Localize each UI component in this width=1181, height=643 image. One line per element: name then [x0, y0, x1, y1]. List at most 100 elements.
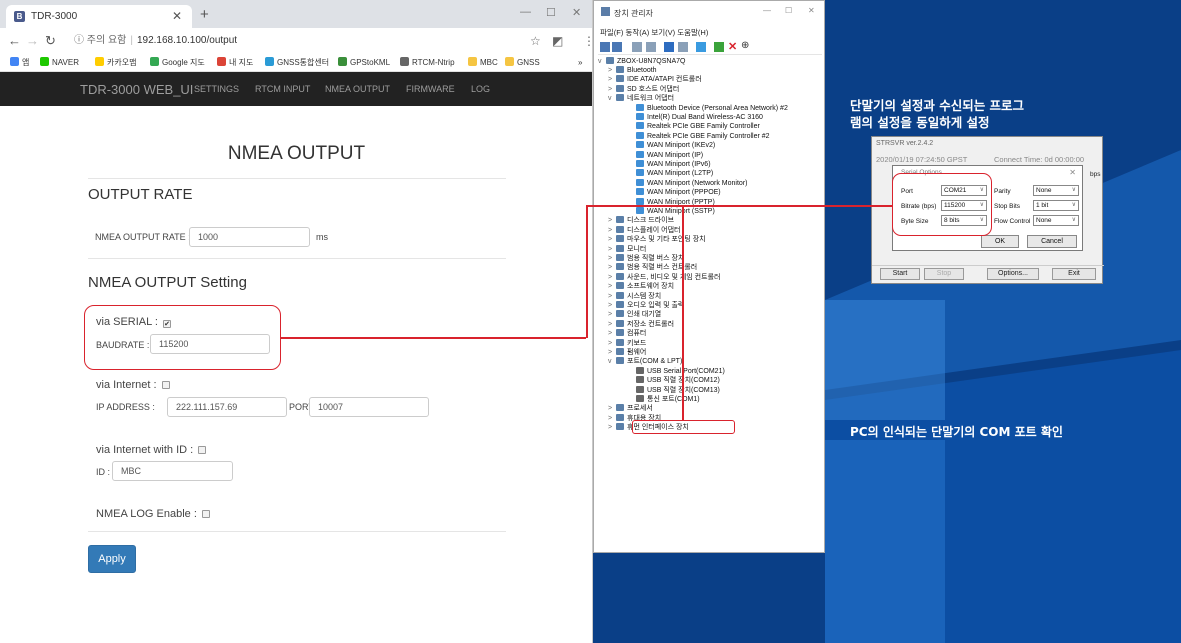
expand-arrow-icon[interactable]: v	[608, 94, 616, 103]
tree-item[interactable]: > SD 호스트 어댑터	[608, 84, 679, 94]
tree-item[interactable]: > 키보드	[608, 338, 646, 348]
help-icon[interactable]	[664, 42, 674, 52]
ip-input[interactable]: 222.111.157.69	[167, 397, 287, 417]
expand-arrow-icon[interactable]: >	[608, 329, 616, 338]
tree-item[interactable]: WAN Miniport (IPv6)	[628, 160, 711, 169]
expand-arrow-icon[interactable]: >	[608, 404, 616, 413]
close-dialog-icon[interactable]: ✕	[1069, 168, 1076, 177]
tree-item[interactable]: v 포트(COM & LPT)	[608, 357, 682, 366]
device-manager-menu[interactable]: 파일(F) 동작(A) 보기(V) 도움말(H)	[600, 27, 708, 38]
monitor-icon[interactable]	[696, 42, 706, 52]
expand-arrow-icon[interactable]: >	[608, 414, 616, 423]
port-input[interactable]: 10007	[309, 397, 429, 417]
stopbits-select[interactable]: 1 bit ∨	[1033, 200, 1079, 211]
nav-nmea-output[interactable]: NMEA OUTPUT	[325, 84, 390, 94]
back-icon[interactable]	[600, 42, 610, 52]
parity-select[interactable]: None ∨	[1033, 185, 1079, 196]
bookmark-apps[interactable]: 앱	[10, 57, 29, 69]
tree-item[interactable]: > 컴퓨터	[608, 329, 646, 338]
tree-item[interactable]: v 네트워크 어댑터	[608, 94, 674, 103]
forward-icon[interactable]	[612, 42, 622, 52]
strsvr-stop-button[interactable]: Stop	[924, 268, 964, 280]
tree-item[interactable]: > IDE ATA/ATAPI 컨트롤러	[608, 75, 702, 84]
update-icon[interactable]	[646, 42, 656, 52]
tree-item[interactable]: Realtek PCIe GBE Family Controller #2	[628, 131, 770, 141]
tree-item[interactable]: WAN Miniport (L2TP)	[628, 169, 713, 178]
tree-item[interactable]: > 사운드, 비디오 및 게임 컨트롤러	[608, 272, 720, 282]
tree-item[interactable]: > 인쇄 대기열	[608, 310, 661, 319]
rate-input[interactable]: 1000	[189, 227, 310, 247]
expand-arrow-icon[interactable]: >	[608, 310, 616, 319]
browser-tab[interactable]: B TDR-3000 ✕	[6, 5, 192, 28]
nav-settings[interactable]: SETTINGS	[194, 84, 239, 94]
expand-arrow-icon[interactable]: >	[608, 245, 616, 254]
bookmark-mbc[interactable]: MBC	[468, 57, 498, 69]
tree-item[interactable]: > 모니터	[608, 244, 646, 254]
expand-arrow-icon[interactable]: >	[608, 282, 616, 291]
back-icon[interactable]: ←	[8, 33, 21, 48]
url-field[interactable]: ⓘ 주의 요함 | 192.168.10.100/output	[74, 32, 514, 50]
id-input[interactable]: MBC	[112, 461, 233, 481]
uninstall-icon[interactable]: ✕	[728, 40, 737, 53]
menu-icon[interactable]: ⋮	[583, 34, 592, 48]
bookmarks-overflow[interactable]: »	[578, 57, 582, 69]
expand-arrow-icon[interactable]: >	[608, 320, 616, 329]
nav-firmware[interactable]: FIRMWARE	[406, 84, 455, 94]
extension-icon[interactable]: ◩	[552, 34, 563, 48]
expand-arrow-icon[interactable]: v	[608, 357, 616, 366]
tree-item[interactable]: > 펌웨어	[608, 348, 646, 357]
tree-item[interactable]: WAN Miniport (Network Monitor)	[628, 178, 747, 188]
internet-id-checkbox[interactable]	[198, 446, 207, 454]
scan-icon[interactable]	[678, 42, 688, 52]
minimize-icon[interactable]: —	[520, 6, 531, 18]
bookmark-naver[interactable]: NAVER	[40, 57, 79, 69]
new-tab-button[interactable]: +	[200, 6, 209, 23]
baudrate-input[interactable]: 115200	[150, 334, 270, 354]
tree-root[interactable]: v ZBOX-U8N7QSNA7Q	[598, 57, 685, 66]
expand-arrow-icon[interactable]: >	[608, 254, 616, 263]
serial-checkbox[interactable]: ✔	[163, 320, 172, 328]
apply-button[interactable]: Apply	[88, 545, 136, 573]
bookmark-gpstokml[interactable]: GPStoKML	[338, 57, 390, 69]
maximize-icon[interactable]: ☐	[546, 6, 556, 19]
tree-item[interactable]: WAN Miniport (IP)	[628, 150, 703, 160]
forward-icon[interactable]: →	[26, 33, 39, 48]
tree-item[interactable]: WAN Miniport (PPPOE)	[628, 188, 721, 197]
expand-arrow-icon[interactable]: >	[608, 339, 616, 348]
properties-icon[interactable]	[632, 42, 642, 52]
app-brand[interactable]: TDR-3000 WEB_UI	[80, 82, 193, 97]
security-indicator[interactable]: ⓘ 주의 요함	[74, 35, 126, 46]
tree-item[interactable]: > 범용 직렬 버스 장치	[608, 254, 684, 263]
tree-item[interactable]: > 디스플레이 어댑터	[608, 225, 680, 235]
bookmark-gnss-center[interactable]: GNSS통합센터	[265, 57, 329, 69]
expand-arrow-icon[interactable]: >	[608, 348, 616, 357]
flow-select[interactable]: None ∨	[1033, 215, 1079, 226]
cancel-button[interactable]: Cancel	[1027, 235, 1077, 248]
bookmark-rtcm-ntrip[interactable]: RTCM-Ntrip	[400, 57, 455, 69]
expand-arrow-icon[interactable]: >	[608, 263, 616, 272]
close-tab-icon[interactable]: ✕	[172, 9, 182, 23]
tree-item[interactable]: USB 직렬 장치(COM13)	[628, 385, 720, 395]
download-icon[interactable]: ⊕	[741, 40, 749, 51]
expand-arrow-icon[interactable]: >	[608, 292, 616, 301]
tree-item[interactable]: > 저장소 컨트롤러	[608, 319, 674, 329]
tree-item[interactable]: 통신 포트(COM1)	[628, 395, 700, 404]
close-window-icon[interactable]: ✕	[808, 6, 815, 15]
bookmark-my-maps[interactable]: 내 지도	[217, 57, 253, 69]
tree-item[interactable]: > 시스템 장치	[608, 291, 661, 301]
tree-item[interactable]: Realtek PCIe GBE Family Controller	[628, 122, 760, 131]
tree-item[interactable]: Bluetooth Device (Personal Area Network)…	[628, 103, 788, 113]
tree-item[interactable]: WAN Miniport (SSTP)	[628, 207, 715, 216]
internet-checkbox[interactable]	[161, 381, 170, 389]
tree-item[interactable]: > 오디오 입력 및 출력	[608, 301, 684, 310]
nav-log[interactable]: LOG	[471, 84, 490, 94]
expand-arrow-icon[interactable]: >	[608, 85, 616, 94]
reload-icon[interactable]: ↻	[45, 33, 56, 49]
tree-item[interactable]: > 디스크 드라이브	[608, 216, 674, 225]
maximize-icon[interactable]: ☐	[785, 6, 792, 15]
tree-item[interactable]: WAN Miniport (IKEv2)	[628, 141, 715, 150]
expand-arrow-icon[interactable]: >	[608, 273, 616, 282]
strsvr-exit-button[interactable]: Exit	[1052, 268, 1096, 280]
bookmark-kakaomap[interactable]: 카카오맵	[95, 57, 136, 69]
tree-item[interactable]: USB 직렬 장치(COM12)	[628, 376, 720, 385]
